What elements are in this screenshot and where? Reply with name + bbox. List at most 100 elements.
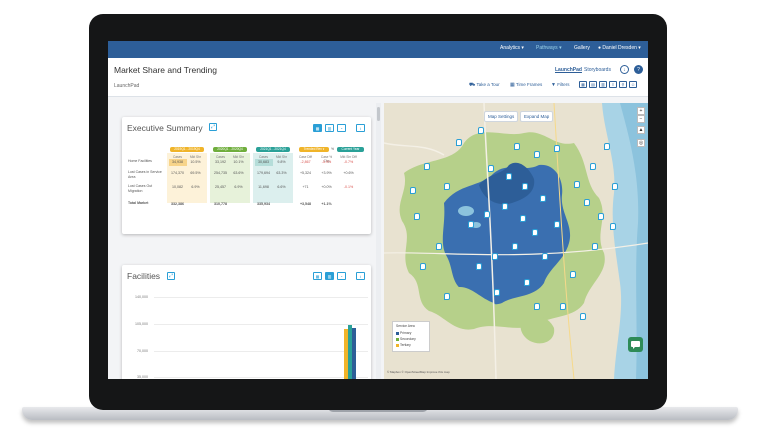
column-header[interactable]: Cases: [255, 155, 272, 159]
facility-pin-icon[interactable]: [494, 289, 500, 296]
nav-pathways[interactable]: Pathways ▾: [536, 45, 562, 51]
map-settings-button[interactable]: Map Settings: [484, 111, 519, 122]
column-header[interactable]: Mkt Shr Diff: [340, 155, 357, 159]
facility-pin-icon[interactable]: [580, 313, 586, 320]
facility-pin-icon[interactable]: [590, 163, 596, 170]
zoom-out-button[interactable]: −: [637, 115, 645, 123]
facility-pin-icon[interactable]: [444, 183, 450, 190]
facility-pin-icon[interactable]: [560, 303, 566, 310]
facility-pin-icon[interactable]: [512, 243, 518, 250]
facility-pin-icon[interactable]: [584, 199, 590, 206]
facility-pin-icon[interactable]: [468, 221, 474, 228]
facility-pin-icon[interactable]: [592, 243, 598, 250]
layout-button-5[interactable]: ⚲: [619, 81, 627, 88]
facility-pin-icon[interactable]: [488, 165, 494, 172]
facility-pin-icon[interactable]: [570, 271, 576, 278]
pie-view-button[interactable]: ◔: [337, 124, 346, 132]
column-header[interactable]: Mkt Shr: [187, 155, 204, 159]
facility-pin-icon[interactable]: [478, 127, 484, 134]
info-button[interactable]: i: [356, 124, 365, 132]
chat-button[interactable]: [628, 337, 643, 352]
column-header[interactable]: Cases: [169, 155, 186, 159]
facility-pin-icon[interactable]: [534, 303, 540, 310]
scroll-thumb[interactable]: [377, 107, 380, 121]
facility-pin-icon[interactable]: [420, 263, 426, 270]
compass-button[interactable]: ▲: [637, 126, 645, 134]
layout-button-2[interactable]: ▤: [589, 81, 597, 88]
facility-pin-icon[interactable]: [534, 151, 540, 158]
zoom-in-button[interactable]: +: [637, 107, 645, 115]
facility-pin-icon[interactable]: [532, 229, 538, 236]
facility-pin-icon[interactable]: [554, 145, 560, 152]
layout-button-3[interactable]: ▥: [599, 81, 607, 88]
facility-pin-icon[interactable]: [610, 223, 616, 230]
scrollbar[interactable]: [376, 103, 381, 379]
facility-pin-icon[interactable]: [522, 183, 528, 190]
facility-pin-icon[interactable]: [514, 143, 520, 150]
facility-pin-icon[interactable]: [492, 253, 498, 260]
current-year-pill[interactable]: Current Year: [337, 147, 364, 152]
table-view-button[interactable]: ▦: [313, 124, 322, 132]
bar[interactable]: [344, 329, 348, 379]
filters-button[interactable]: ▼ Filters: [551, 82, 569, 88]
facility-pin-icon[interactable]: [574, 181, 580, 188]
column-header[interactable]: Case Diff: [297, 155, 314, 159]
table-view-button[interactable]: ▦: [313, 272, 322, 280]
column-header[interactable]: Mkt Shr: [230, 155, 247, 159]
download-button[interactable]: ↓: [620, 65, 629, 74]
facility-pin-icon[interactable]: [410, 187, 416, 194]
take-a-tour-button[interactable]: ⛟ Take a Tour: [469, 82, 500, 89]
facility-pin-icon[interactable]: [524, 279, 530, 286]
nav-analytics[interactable]: Analytics ▾: [500, 45, 524, 51]
column-header[interactable]: Cases: [212, 155, 229, 159]
expand-icon[interactable]: ⤢: [167, 272, 175, 280]
facility-pin-icon[interactable]: [476, 263, 482, 270]
launchpad-link[interactable]: LaunchPad: [555, 67, 582, 73]
facility-pin-icon[interactable]: [436, 243, 442, 250]
facility-pin-icon[interactable]: [444, 293, 450, 300]
map-attribution[interactable]: © Mapbox © OpenStreetMap Improve this ma…: [387, 370, 450, 374]
user-menu[interactable]: ● Daniel Dresden ▾: [598, 45, 641, 51]
facility-pin-icon[interactable]: [484, 211, 490, 218]
bar-view-button[interactable]: ▥: [325, 272, 334, 280]
facility-pin-icon[interactable]: [604, 143, 610, 150]
locate-button[interactable]: ◎: [637, 139, 645, 147]
expand-icon[interactable]: ⤢: [209, 123, 217, 131]
table-cell: 6.9%: [234, 185, 243, 189]
nav-gallery[interactable]: Gallery: [574, 45, 590, 51]
layout-button-6[interactable]: ☺: [629, 81, 637, 88]
facility-pin-icon[interactable]: [520, 215, 526, 222]
info-icon: i: [360, 273, 361, 279]
facility-pin-icon[interactable]: [424, 163, 430, 170]
period-pill-3[interactable]: 2021Q1 - 2021Q4: [256, 147, 290, 152]
bar-view-button[interactable]: ▥: [325, 124, 334, 132]
facility-pin-icon[interactable]: [612, 183, 618, 190]
expand-map-button[interactable]: Expand Map: [520, 111, 554, 122]
bar[interactable]: [348, 325, 352, 379]
period-pill-2[interactable]: 2020Q1 - 2020Q4: [213, 147, 247, 152]
info-button[interactable]: i: [356, 272, 365, 280]
service-area-map[interactable]: Map Settings Expand Map + − ▲ ◎ Service …: [384, 103, 648, 379]
facility-pin-icon[interactable]: [456, 139, 462, 146]
list-icon: ≡: [611, 82, 615, 87]
layout-button-1[interactable]: ▦: [579, 81, 587, 88]
trended-rev-pill[interactable]: Trended Rev ▾: [299, 147, 329, 152]
facility-pin-icon[interactable]: [502, 203, 508, 210]
facility-pin-icon[interactable]: [554, 221, 560, 228]
facility-pin-icon[interactable]: [542, 253, 548, 260]
facility-pin-icon[interactable]: [414, 213, 420, 220]
help-button[interactable]: ?: [634, 65, 643, 74]
pie-view-button[interactable]: ◔: [337, 272, 346, 280]
facility-pin-icon[interactable]: [598, 213, 604, 220]
time-frames-button[interactable]: ▦ Time Frames: [510, 82, 542, 88]
time-frames-label: Time Frames: [515, 82, 543, 87]
page-header: Market Share and Trending LaunchPad Laun…: [108, 58, 648, 97]
storyboards-link[interactable]: Storyboards: [584, 67, 611, 73]
layout-button-4[interactable]: ≡: [609, 81, 617, 88]
facility-pin-icon[interactable]: [506, 173, 512, 180]
percent-toggle[interactable]: %: [329, 147, 336, 152]
bar[interactable]: [352, 327, 356, 379]
facility-pin-icon[interactable]: [540, 195, 546, 202]
column-header[interactable]: Mkt Shr: [273, 155, 290, 159]
period-pill-1[interactable]: 2019Q1 - 2019Q4: [170, 147, 204, 152]
